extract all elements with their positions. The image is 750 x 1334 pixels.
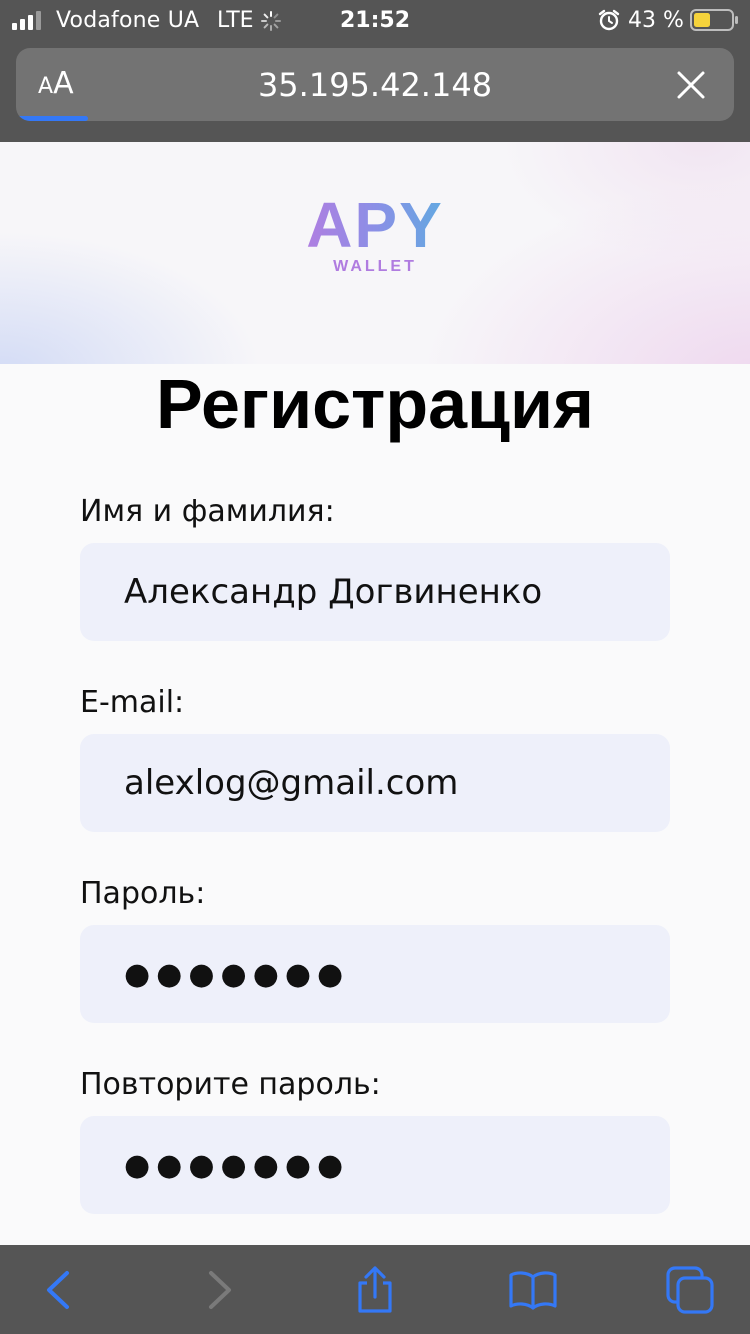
repeat-password-field[interactable] xyxy=(80,1116,670,1214)
page-load-progress-fill xyxy=(16,116,88,121)
logo-main-text: APY xyxy=(292,193,458,257)
password-label: Пароль: xyxy=(80,876,206,911)
browser-toolbar xyxy=(0,1245,750,1334)
logo-sub-text: WALLET xyxy=(333,258,417,275)
status-bar: Vodafone UA LTE 21:52 43 % xyxy=(0,0,750,42)
apy-wallet-logo: APY WALLET xyxy=(292,193,458,279)
alarm-clock-icon xyxy=(598,9,620,31)
name-label: Имя и фамилия: xyxy=(80,494,335,529)
tabs-icon[interactable] xyxy=(665,1265,715,1315)
close-icon[interactable] xyxy=(676,70,706,100)
bookmarks-icon[interactable] xyxy=(508,1265,558,1315)
browser-header: AA 35.195.42.148 xyxy=(0,42,750,142)
email-label: E-mail: xyxy=(80,685,185,720)
battery-percent: 43 % xyxy=(628,8,684,33)
password-field[interactable] xyxy=(80,925,670,1023)
repeat-password-label: Повторите пароль: xyxy=(80,1067,381,1102)
back-arrow-icon[interactable] xyxy=(33,1265,83,1315)
share-icon[interactable] xyxy=(350,1265,400,1315)
full-name-field[interactable] xyxy=(80,543,670,641)
battery-icon xyxy=(690,9,738,31)
hero-banner: APY WALLET xyxy=(0,142,750,364)
forward-arrow-icon[interactable] xyxy=(195,1265,245,1315)
address-bar[interactable]: AA 35.195.42.148 xyxy=(16,48,734,121)
page-title: Регистрация xyxy=(156,365,594,443)
url-text[interactable]: 35.195.42.148 xyxy=(16,66,734,104)
email-field[interactable] xyxy=(80,734,670,832)
page-load-progress xyxy=(16,116,734,121)
web-page: APY WALLET Регистрация Имя и фамилия: E-… xyxy=(0,142,750,1245)
